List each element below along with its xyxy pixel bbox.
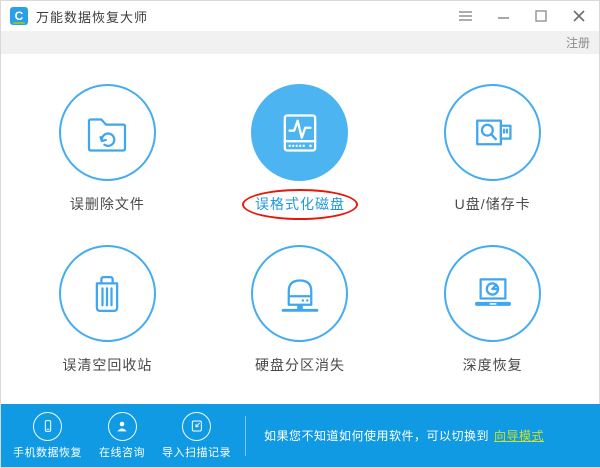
mode-label: 误格式化磁盘 <box>255 196 345 212</box>
logo-green-accent <box>13 22 25 24</box>
mode-deep-recovery[interactable]: 深度恢复 <box>444 245 541 406</box>
import-record-icon <box>182 412 211 441</box>
mode-circle-selected <box>251 84 348 181</box>
import-scan-record-button[interactable]: 导入扫描记录 <box>162 412 231 460</box>
footer-divider <box>245 416 246 456</box>
hint-text: 如果您不知道如何使用软件，可以切换到 <box>264 429 489 443</box>
account-strip: 注册 <box>1 31 599 54</box>
footer-bar: 手机数据恢复 在线咨询 导入扫描记录 如果您不知道如何使 <box>1 404 600 467</box>
recovery-mode-grid: 误删除文件 误格式化磁盘 <box>1 54 599 406</box>
online-consult-button[interactable]: 在线咨询 <box>99 412 145 460</box>
mode-circle <box>444 245 541 342</box>
shortcut-label: 手机数据恢复 <box>13 444 82 460</box>
mode-deleted-files[interactable]: 误删除文件 <box>59 84 156 245</box>
window-controls <box>457 8 587 24</box>
mode-label: 误清空回收站 <box>62 355 152 375</box>
footer-hint: 如果您不知道如何使用软件，可以切换到向导模式 <box>264 427 544 444</box>
app-logo-icon: C <box>10 7 28 25</box>
mode-formatted-disk[interactable]: 误格式化磁盘 <box>242 84 358 245</box>
minimize-button[interactable] <box>495 8 511 24</box>
usb-search-icon <box>466 106 520 160</box>
mode-usb-storage-card[interactable]: U盘/储存卡 <box>444 84 541 245</box>
person-icon <box>108 412 137 441</box>
mode-emptied-recycle-bin[interactable]: 误清空回收站 <box>59 245 156 406</box>
wizard-mode-link[interactable]: 向导模式 <box>494 429 544 443</box>
logo-letter: C <box>15 9 24 23</box>
register-link[interactable]: 注册 <box>566 34 590 51</box>
shortcut-label: 导入扫描记录 <box>162 444 231 460</box>
drive-partition-icon <box>273 267 327 321</box>
folder-restore-icon <box>80 106 134 160</box>
phone-icon <box>33 412 62 441</box>
mode-label: 硬盘分区消失 <box>255 355 345 375</box>
mode-circle <box>59 245 156 342</box>
maximize-button[interactable] <box>533 8 549 24</box>
mode-circle <box>59 84 156 181</box>
title-bar: C 万能数据恢复大师 <box>1 1 599 31</box>
disk-waveform-icon <box>272 105 328 161</box>
mode-circle <box>444 84 541 181</box>
close-button[interactable] <box>571 8 587 24</box>
mode-label: U盘/储存卡 <box>455 194 531 214</box>
red-annotation-ellipse: 误格式化磁盘 <box>242 189 358 220</box>
menu-icon[interactable] <box>457 8 473 24</box>
window-title: 万能数据恢复大师 <box>36 7 148 26</box>
mode-label: 误删除文件 <box>70 194 145 214</box>
mode-lost-partition[interactable]: 硬盘分区消失 <box>251 245 348 406</box>
shortcut-label: 在线咨询 <box>99 444 145 460</box>
phone-data-recovery-button[interactable]: 手机数据恢复 <box>13 412 82 460</box>
mode-circle <box>251 245 348 342</box>
footer-shortcuts: 手机数据恢复 在线咨询 导入扫描记录 <box>1 412 245 460</box>
mode-label: 深度恢复 <box>463 355 523 375</box>
trash-icon <box>80 267 134 321</box>
laptop-pie-icon <box>466 267 520 321</box>
